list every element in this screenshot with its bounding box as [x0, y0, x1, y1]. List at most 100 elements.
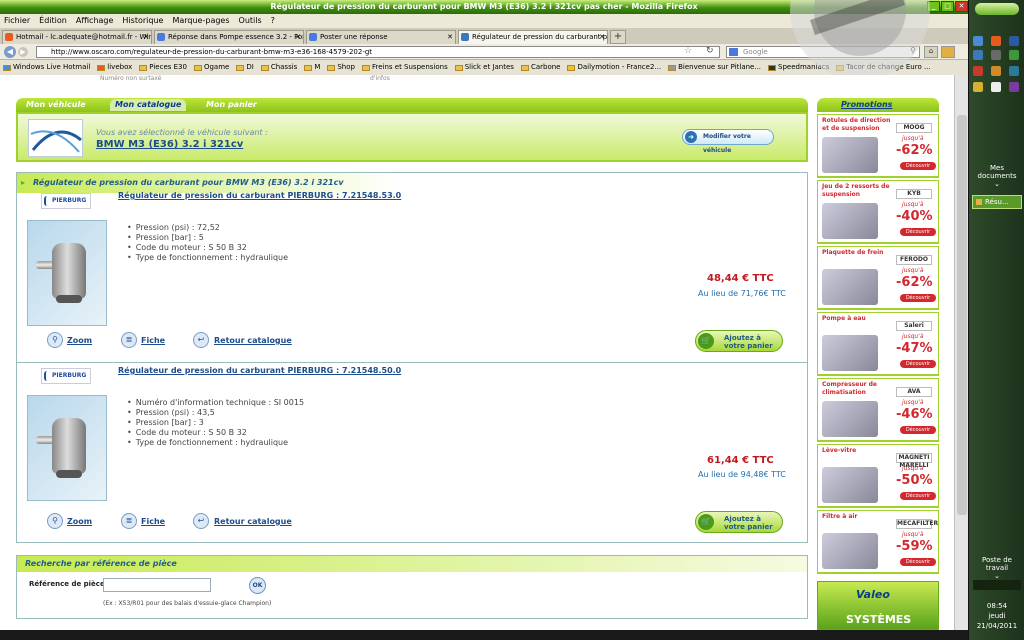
bookmark-item[interactable]: DI [236, 60, 254, 75]
app-icon[interactable] [991, 82, 1001, 92]
promo-card[interactable]: Lève-vitre MAGNETI MARELLI jusqu'à -50% Déco… [817, 444, 939, 508]
search-input[interactable]: Google ⚲ [726, 46, 920, 58]
discover-button[interactable]: Découvrir [900, 228, 936, 236]
close-tab-icon[interactable]: ✕ [143, 31, 149, 44]
menu-historique[interactable]: Historique [122, 14, 163, 28]
menu-help[interactable]: ? [271, 14, 275, 28]
vertical-scrollbar[interactable] [954, 75, 968, 630]
bookmark-item[interactable]: Dailymotion - France2... [567, 60, 661, 75]
zoom-link[interactable]: Zoom [67, 336, 92, 345]
app-icon[interactable] [973, 66, 983, 76]
bookmark-item[interactable]: Pieces E30 [139, 60, 187, 75]
fiche-link[interactable]: Fiche [141, 517, 165, 526]
tab-hotmail[interactable]: Hotmail - lc.adequate@hotmail.fr - Windo… [2, 30, 152, 44]
discover-button[interactable]: Découvrir [900, 426, 936, 434]
reference-input[interactable] [103, 578, 211, 592]
tab-oscaro[interactable]: Régulateur de pression du carburant pou.… [458, 30, 608, 44]
close-tab-icon[interactable]: ✕ [295, 31, 301, 44]
url-bar[interactable]: http://www.oscaro.com/regulateur-de-pres… [36, 46, 720, 58]
tab-mon-vehicule[interactable]: Mon véhicule [26, 99, 86, 111]
infos-link[interactable]: d'infos [370, 75, 390, 82]
app-icon[interactable] [973, 82, 983, 92]
bookmark-item[interactable]: livebox [97, 60, 132, 75]
close-tab-icon[interactable]: ✕ [447, 31, 453, 44]
bookmark-item[interactable]: Carbone [520, 60, 560, 75]
app-icon[interactable] [973, 50, 983, 60]
bookmark-item[interactable]: Shop [327, 60, 355, 75]
promo-card[interactable]: Compresseur de climatisation AVA jusqu'à -4… [817, 378, 939, 442]
add-to-cart-button[interactable]: 🛒 Ajoutez à votre panier [695, 511, 783, 533]
modify-vehicle-button[interactable]: ➜ Modifier votre véhicule [682, 129, 774, 154]
bookmark-item[interactable]: Tacor de change Euro ... [836, 60, 931, 75]
document-icon[interactable]: ≣ [121, 513, 137, 529]
product-title[interactable]: Régulateur de pression du carburant PIER… [118, 191, 401, 200]
menu-affichage[interactable]: Affichage [76, 14, 114, 28]
return-catalog-link[interactable]: Retour catalogue [214, 517, 292, 526]
menu-outils[interactable]: Outils [239, 14, 262, 28]
tab-mon-catalogue[interactable]: Mon catalogue [110, 99, 187, 111]
bookmark-item[interactable]: Windows Live Hotmail [3, 60, 90, 75]
scroll-thumb[interactable] [957, 115, 967, 515]
app-icon[interactable] [1009, 66, 1019, 76]
app-icon[interactable] [1009, 82, 1019, 92]
tab-mon-panier[interactable]: Mon panier [206, 99, 257, 111]
tab-forum-reply[interactable]: Réponse dans Pompe essence 3.2 - Foru...… [154, 30, 304, 44]
return-icon[interactable]: ↩ [193, 332, 209, 348]
zoom-icon[interactable]: ⚲ [47, 513, 63, 529]
reload-icon[interactable]: ↻ [706, 46, 714, 56]
promo-card[interactable]: Jeu de 2 ressorts de suspension KYB jusqu'… [817, 180, 939, 244]
taskbar-item[interactable]: Résu... [972, 195, 1022, 209]
close-button[interactable]: ✕ [955, 1, 968, 12]
promo-card[interactable]: Pompe à eau Saleri jusqu'à -47% Découvrir [817, 312, 939, 376]
ok-button[interactable]: OK [249, 577, 266, 594]
minimize-button[interactable]: _ [927, 1, 940, 12]
bookmark-item[interactable]: M [304, 60, 320, 75]
app-icon[interactable] [991, 50, 1001, 60]
menu-fichier[interactable]: Fichier [4, 14, 30, 28]
product-image[interactable] [27, 220, 107, 326]
document-icon[interactable]: ≣ [121, 332, 137, 348]
fiche-link[interactable]: Fiche [141, 336, 165, 345]
search-icon[interactable]: ⚲ [910, 46, 916, 56]
promo-card[interactable]: Rotules de direction et de suspension MOO… [817, 114, 939, 178]
discover-button[interactable]: Découvrir [900, 492, 936, 500]
product-image[interactable] [27, 395, 107, 501]
menu-edition[interactable]: Édition [39, 14, 67, 28]
promo-card[interactable]: Filtre à air MECAFILTER jusqu'à -59% Découvr… [817, 510, 939, 574]
app-icon[interactable] [991, 36, 1001, 46]
app-icon[interactable] [991, 66, 1001, 76]
forward-button[interactable]: ▶ [18, 47, 28, 57]
new-tab-button[interactable]: + [610, 30, 626, 44]
valeo-banner[interactable]: Valeo SYSTÈMES [817, 581, 939, 630]
back-button[interactable]: ◀ [4, 46, 16, 58]
zoom-icon[interactable]: ⚲ [47, 332, 63, 348]
bookmark-item[interactable]: Chassis [260, 60, 297, 75]
discover-button[interactable]: Découvrir [900, 360, 936, 368]
bookmark-item[interactable]: Freins et Suspensions [361, 60, 448, 75]
addon-icon[interactable] [941, 46, 955, 58]
maximize-button[interactable]: □ [941, 1, 954, 12]
return-catalog-link[interactable]: Retour catalogue [214, 336, 292, 345]
bookmark-star-icon[interactable]: ☆ [684, 46, 692, 56]
add-to-cart-button[interactable]: 🛒 Ajoutez à votre panier [695, 330, 783, 352]
bookmark-item[interactable]: Ogame [193, 60, 229, 75]
app-icon[interactable] [973, 36, 983, 46]
close-tab-icon[interactable]: ✕ [599, 31, 605, 44]
home-icon[interactable]: ⌂ [924, 46, 938, 58]
my-documents[interactable]: Mes documents ⌄ [971, 164, 1023, 188]
menu-marque-pages[interactable]: Marque-pages [172, 14, 229, 28]
discover-button[interactable]: Découvrir [900, 162, 936, 170]
sidebar-top-button[interactable] [975, 3, 1019, 15]
promo-card[interactable]: Plaquette de frein FERODO jusqu'à -62% Décou… [817, 246, 939, 310]
bookmark-item[interactable]: Speedmaniacs [768, 60, 829, 75]
vehicle-name[interactable]: BMW M3 (E36) 3.2 i 321cv [96, 139, 243, 150]
discover-button[interactable]: Découvrir [900, 558, 936, 566]
app-icon[interactable] [1009, 50, 1019, 60]
return-icon[interactable]: ↩ [193, 513, 209, 529]
workstation[interactable]: Poste de travail ⌄ [971, 556, 1023, 580]
product-title[interactable]: Régulateur de pression du carburant PIER… [118, 366, 401, 375]
promotions-title[interactable]: Promotions [841, 100, 892, 109]
tab-post-reply[interactable]: Poster une réponse ✕ [306, 30, 456, 44]
bookmark-item[interactable]: Bienvenue sur Pitlane... [668, 60, 761, 75]
zoom-link[interactable]: Zoom [67, 517, 92, 526]
